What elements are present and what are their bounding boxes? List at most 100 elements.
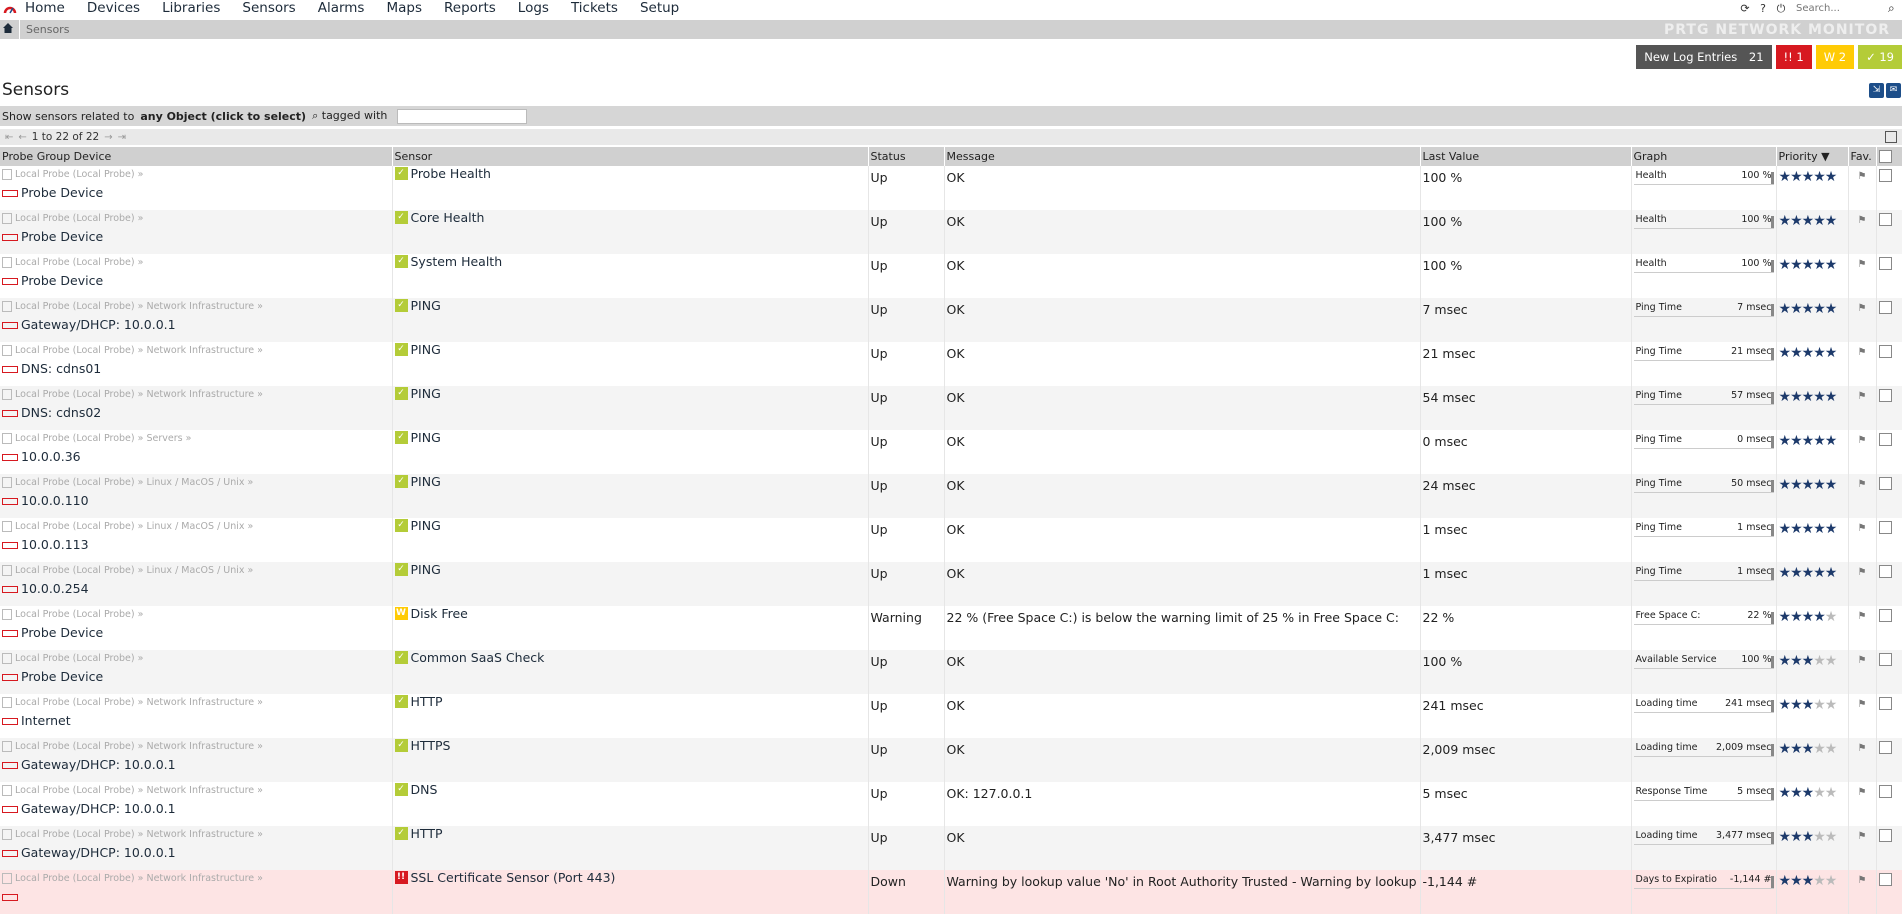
priority-stars[interactable]: ★★★★★ [1779,606,1846,625]
sensor-cell[interactable]: ✓ PING [392,518,869,562]
sensor-cell[interactable]: ✓ PING [392,562,869,606]
select-cell[interactable] [1876,782,1902,826]
group-path[interactable]: Local Probe (Local Probe) » Network Infr… [2,870,390,888]
table-row[interactable]: Local Probe (Local Probe) » Network Infr… [0,738,1902,782]
col-priority[interactable]: Priority ▼ [1776,147,1849,166]
group-path[interactable]: Local Probe (Local Probe) » Network Infr… [2,694,390,712]
priority-star-icon[interactable]: ★ [1779,565,1792,581]
priority-star-icon[interactable]: ★ [1779,873,1792,889]
sensor-cell[interactable]: ✓ PING [392,474,869,518]
graph-cell[interactable]: Response Time 5 msec [1631,782,1777,826]
sensor-name[interactable]: PING [411,298,441,313]
priority-cell[interactable]: ★★★★★ [1776,694,1849,738]
col-message[interactable]: Message [944,147,1421,166]
priority-cell[interactable]: ★★★★★ [1776,254,1849,298]
breadcrumb-current[interactable]: Sensors [26,23,69,36]
priority-star-icon[interactable]: ★ [1779,477,1792,493]
device-link[interactable]: Gateway/DHCP: 10.0.0.1 [2,316,390,334]
row-checkbox[interactable] [1878,213,1892,226]
priority-stars[interactable]: ★★★★★ [1779,254,1846,273]
table-row[interactable]: Local Probe (Local Probe) » Network Infr… [0,870,1902,914]
group-path[interactable]: Local Probe (Local Probe) » Network Infr… [2,826,390,844]
sensor-name[interactable]: PING [411,562,441,577]
group-path[interactable]: Local Probe (Local Probe) » Network Infr… [2,738,390,756]
priority-stars[interactable]: ★★★★★ [1779,782,1846,801]
priority-star-icon[interactable]: ★ [1790,829,1803,845]
up-sensors-badge[interactable]: ✓ 19 [1858,45,1902,69]
row-checkbox[interactable] [1878,785,1892,798]
group-path[interactable]: Local Probe (Local Probe) » [2,166,390,184]
fav-cell[interactable]: ⚑ [1848,430,1877,474]
tag-filter-input[interactable] [397,108,528,124]
table-row[interactable]: Local Probe (Local Probe) » Network Infr… [0,298,1902,342]
priority-star-icon[interactable]: ★ [1802,389,1815,405]
graph-cell[interactable]: Health 100 % [1631,166,1777,210]
priority-star-icon[interactable]: ★ [1802,521,1815,537]
favorite-flag-icon[interactable]: ⚑ [1851,826,1874,842]
col-group-device[interactable]: Probe Group Device [0,147,393,166]
row-checkbox[interactable] [1878,301,1892,314]
object-selector[interactable]: any Object (click to select) [140,110,306,123]
sensor-name[interactable]: PING [411,430,441,445]
mini-graph[interactable]: Health 100 % [1633,170,1774,185]
priority-stars[interactable]: ★★★★★ [1779,870,1846,889]
col-fav[interactable]: Fav. [1848,147,1877,166]
priority-star-icon[interactable]: ★ [1825,345,1838,361]
favorite-flag-icon[interactable]: ⚑ [1851,694,1874,710]
graph-cell[interactable]: Loading time 3,477 msec [1631,826,1777,870]
priority-stars[interactable]: ★★★★★ [1779,298,1846,317]
mini-graph[interactable]: Loading time 2,009 msec [1633,742,1774,757]
graph-cell[interactable]: Ping Time 0 msec [1631,430,1777,474]
nav-item-setup[interactable]: Setup [640,0,679,17]
help-icon[interactable]: ? [1756,2,1770,15]
table-row[interactable]: Local Probe (Local Probe) » Linux / MacO… [0,562,1902,606]
priority-star-icon[interactable]: ★ [1825,169,1838,185]
mini-graph[interactable]: Ping Time 1 msec [1633,522,1774,537]
table-row[interactable]: Local Probe (Local Probe) » Network Infr… [0,694,1902,738]
refresh-icon[interactable]: ⟳ [1738,2,1752,15]
sensor-cell[interactable]: ✓ DNS [392,782,869,826]
favorite-flag-icon[interactable]: ⚑ [1851,474,1874,490]
sensor-cell[interactable]: ✓ PING [392,342,869,386]
priority-star-icon[interactable]: ★ [1779,169,1792,185]
priority-star-icon[interactable]: ★ [1802,345,1815,361]
mini-graph[interactable]: Response Time 5 msec [1633,786,1774,801]
priority-star-icon[interactable]: ★ [1802,653,1815,669]
group-path[interactable]: Local Probe (Local Probe) » [2,210,390,228]
select-cell[interactable] [1876,650,1902,694]
priority-star-icon[interactable]: ★ [1802,697,1815,713]
priority-star-icon[interactable]: ★ [1802,433,1815,449]
priority-star-icon[interactable]: ★ [1813,785,1826,801]
priority-star-icon[interactable]: ★ [1802,169,1815,185]
sensor-name[interactable]: SSL Certificate Sensor (Port 443) [411,870,616,885]
fav-cell[interactable]: ⚑ [1848,166,1877,210]
graph-cell[interactable]: Loading time 241 msec [1631,694,1777,738]
priority-cell[interactable]: ★★★★★ [1776,562,1849,606]
sensor-name[interactable]: HTTP [411,694,443,709]
priority-star-icon[interactable]: ★ [1802,609,1815,625]
device-link[interactable]: Probe Device [2,228,390,246]
new-window-icon[interactable] [1885,131,1897,143]
priority-star-icon[interactable]: ★ [1802,785,1815,801]
row-checkbox[interactable] [1878,389,1892,402]
graph-cell[interactable]: Days to Expiratio -1,144 # [1631,870,1777,914]
select-cell[interactable] [1876,562,1902,606]
select-all-checkbox[interactable] [1878,150,1892,163]
row-checkbox[interactable] [1878,697,1892,710]
favorite-flag-icon[interactable]: ⚑ [1851,562,1874,578]
priority-star-icon[interactable]: ★ [1779,785,1792,801]
sensor-name[interactable]: PING [411,342,441,357]
priority-star-icon[interactable]: ★ [1825,873,1838,889]
priority-cell[interactable]: ★★★★★ [1776,210,1849,254]
nav-item-maps[interactable]: Maps [386,0,422,17]
row-checkbox[interactable] [1878,169,1892,182]
table-row[interactable]: Local Probe (Local Probe) » Network Infr… [0,386,1902,430]
priority-cell[interactable]: ★★★★★ [1776,782,1849,826]
row-checkbox[interactable] [1878,873,1892,886]
priority-star-icon[interactable]: ★ [1779,213,1792,229]
priority-stars[interactable]: ★★★★★ [1779,210,1846,229]
select-cell[interactable] [1876,166,1902,210]
down-alarms-badge[interactable]: !! 1 [1775,45,1812,69]
group-path[interactable]: Local Probe (Local Probe) » [2,254,390,272]
priority-stars[interactable]: ★★★★★ [1779,518,1846,537]
